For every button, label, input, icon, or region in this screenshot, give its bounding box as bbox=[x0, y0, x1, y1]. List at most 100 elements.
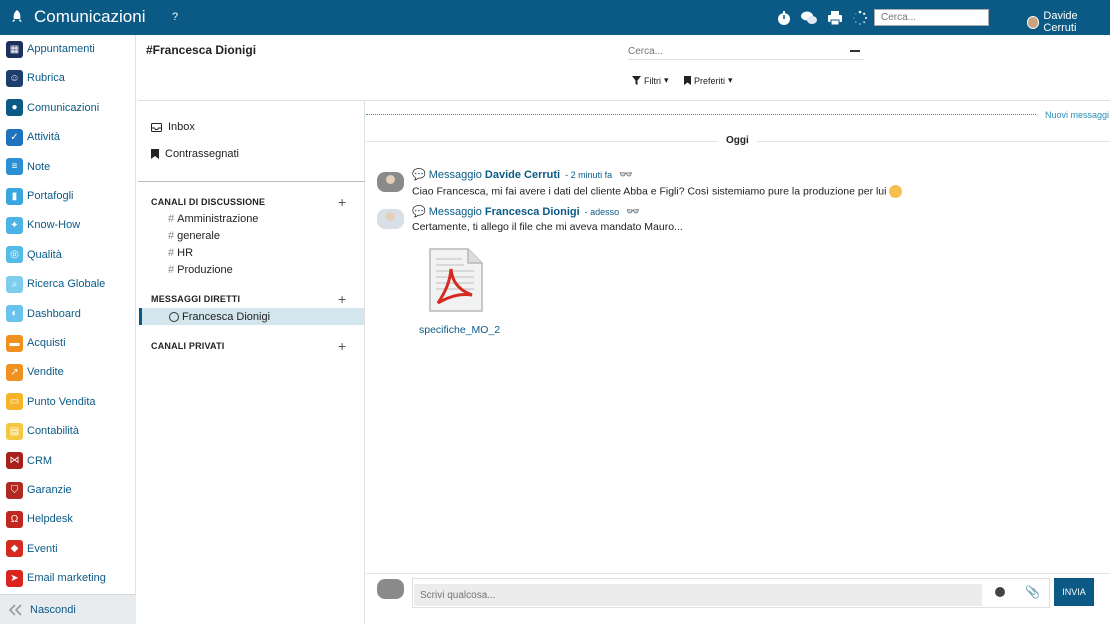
top-bar: Comunicazioni ? Davide Cerruti bbox=[0, 0, 1110, 35]
chat-icon: ● bbox=[6, 99, 23, 117]
channel-item[interactable]: # Amministrazione bbox=[168, 213, 258, 225]
add-discussion-channel-button[interactable]: + bbox=[338, 195, 346, 209]
app-title: Comunicazioni bbox=[34, 7, 146, 26]
sidebar-item[interactable]: ◐ Dashboard bbox=[6, 304, 81, 324]
sidebar-item[interactable]: ⌕ Ricerca Globale bbox=[6, 274, 105, 294]
sidebar-item[interactable]: ➤ Email marketing bbox=[6, 568, 106, 588]
pdf-attachment[interactable] bbox=[420, 247, 490, 318]
ticket-icon: ◆ bbox=[6, 540, 23, 558]
message-search-input[interactable] bbox=[628, 44, 864, 60]
sidebar-item-label: Qualità bbox=[27, 248, 62, 261]
sidebar-item-label: Garanzie bbox=[27, 484, 72, 496]
quality-icon: ◎ bbox=[6, 246, 23, 264]
attachment-name[interactable]: specifiche_MO_2 bbox=[419, 324, 500, 336]
global-search-input[interactable] bbox=[874, 9, 989, 26]
headset-icon: Ω bbox=[6, 510, 23, 528]
channel-item[interactable]: # Produzione bbox=[168, 264, 233, 276]
double-chevron-left-icon bbox=[8, 603, 22, 616]
today-label: Oggi bbox=[718, 135, 757, 146]
chat-icon[interactable] bbox=[800, 10, 818, 26]
pos-icon: ▭ bbox=[6, 393, 23, 411]
sidebar-item[interactable]: ▮ Portafogli bbox=[6, 186, 73, 206]
sidebar-item-label: Eventi bbox=[27, 542, 58, 555]
calendar-icon: ▦ bbox=[6, 40, 23, 58]
user-menu[interactable]: Davide Cerruti bbox=[1027, 10, 1110, 34]
note-icon: ≡ bbox=[6, 158, 23, 176]
sidebar-item[interactable]: ▤ Contabilità bbox=[6, 421, 79, 441]
sidebar-item[interactable]: ▬ Acquisti bbox=[6, 333, 66, 353]
sidebar-item[interactable]: ≡ Note bbox=[6, 157, 50, 177]
accounting-icon: ▤ bbox=[6, 422, 23, 440]
sidebar-item-label: Appuntamenti bbox=[27, 43, 95, 55]
pdf-file-icon bbox=[429, 248, 483, 312]
direct-message-name: Francesca Dionigi bbox=[182, 310, 271, 323]
sidebar-item[interactable]: ● Comunicazioni bbox=[6, 98, 99, 118]
handshake-icon: ⋈ bbox=[6, 452, 23, 470]
message-input[interactable] bbox=[414, 584, 982, 606]
glasses-icon[interactable]: 👓 bbox=[626, 205, 640, 218]
sidebar-item-label: Contabilità bbox=[27, 425, 79, 438]
avatar bbox=[1027, 15, 1040, 29]
help-icon[interactable]: ? bbox=[172, 11, 178, 23]
channel-item[interactable]: # HR bbox=[168, 247, 193, 259]
filters-dropdown[interactable]: Filtri ▾ bbox=[632, 75, 669, 86]
sidebar-item-label: Dashboard bbox=[27, 307, 81, 320]
sidebar-item-label: Portafogli bbox=[27, 190, 74, 202]
sidebar-item[interactable]: ▦ Appuntamenti bbox=[6, 39, 95, 59]
message-header: 💬 Messaggio Davide Cerruti - 2 minuti fa… bbox=[412, 168, 633, 182]
status-circle-icon bbox=[169, 311, 179, 322]
bookmark-icon bbox=[684, 76, 691, 85]
sidebar-item[interactable]: ◆ Eventi bbox=[6, 539, 58, 559]
sidebar-item[interactable]: ◎ Qualità bbox=[6, 245, 62, 265]
sidebar-item[interactable]: ↗ Vendite bbox=[6, 362, 64, 382]
new-messages-divider bbox=[366, 114, 1036, 115]
folder-icon: ▮ bbox=[6, 187, 23, 205]
inbox-link[interactable]: Inbox bbox=[151, 121, 195, 133]
sidebar-item[interactable]: ✦ Know-How bbox=[6, 215, 80, 235]
sidebar-item[interactable]: ⛉ Garanzie bbox=[6, 480, 72, 500]
speech-bubble-icon: 💬 bbox=[412, 206, 426, 218]
message-type: Messaggio bbox=[428, 168, 482, 181]
sidebar-item[interactable]: ▭ Punto Vendita bbox=[6, 392, 96, 412]
add-direct-message-button[interactable]: + bbox=[338, 292, 346, 306]
direct-message-item-active[interactable]: Francesca Dionigi bbox=[139, 308, 364, 325]
sidebar-item[interactable]: ☺ Rubrica bbox=[6, 68, 65, 88]
sidebar-item-label: Note bbox=[27, 160, 51, 173]
flagged-label: Contrassegnati bbox=[165, 148, 239, 160]
flagged-link[interactable]: Contrassegnati bbox=[151, 148, 239, 160]
rocket-icon[interactable] bbox=[10, 9, 24, 25]
hide-sidebar-button[interactable]: Nascondi bbox=[0, 594, 136, 624]
sidebar-item[interactable]: ✓ Attività bbox=[6, 127, 60, 147]
sidebar-item-label: Attività bbox=[27, 131, 61, 144]
sidebar-item-label: Email marketing bbox=[27, 572, 106, 585]
paperclip-icon[interactable]: 📎 bbox=[1025, 585, 1040, 599]
favorites-dropdown[interactable]: Preferiti ▾ bbox=[684, 75, 733, 86]
timer-icon[interactable] bbox=[776, 10, 792, 26]
sidebar-item-label: Vendite bbox=[27, 366, 64, 379]
add-private-channel-button[interactable]: + bbox=[338, 339, 346, 353]
send-button[interactable]: INVIA bbox=[1054, 578, 1094, 606]
cart-icon: ▬ bbox=[6, 334, 23, 352]
print-icon[interactable] bbox=[827, 10, 843, 26]
filter-icon bbox=[632, 76, 641, 85]
message-author[interactable]: Francesca Dionigi bbox=[485, 206, 580, 218]
direct-messages-heading: MESSAGGI DIRETTI bbox=[151, 294, 241, 304]
send-icon: ➤ bbox=[6, 569, 23, 587]
glasses-icon[interactable]: 👓 bbox=[619, 168, 633, 181]
lightbulb-icon: ✦ bbox=[6, 216, 23, 234]
speech-bubble-icon: 💬 bbox=[412, 169, 426, 181]
channel-item[interactable]: # generale bbox=[168, 230, 220, 242]
sidebar-item[interactable]: Ω Helpdesk bbox=[6, 509, 73, 529]
composer-divider bbox=[366, 573, 1110, 574]
message-text: Ciao Francesca, mi fai avere i dati del … bbox=[412, 185, 903, 198]
search-icon: ⌕ bbox=[6, 275, 23, 293]
bookmark-icon bbox=[151, 149, 159, 159]
sidebar-item-label: Comunicazioni bbox=[27, 101, 100, 114]
message-author[interactable]: Davide Cerruti bbox=[485, 169, 560, 181]
collapse-search-icon[interactable] bbox=[850, 50, 860, 52]
emoji-icon[interactable] bbox=[995, 587, 1005, 597]
panel-divider bbox=[138, 181, 365, 182]
message-time: - 2 minuti fa bbox=[565, 169, 613, 180]
sidebar-item[interactable]: ⋈ CRM bbox=[6, 451, 52, 471]
avatar bbox=[377, 209, 404, 229]
